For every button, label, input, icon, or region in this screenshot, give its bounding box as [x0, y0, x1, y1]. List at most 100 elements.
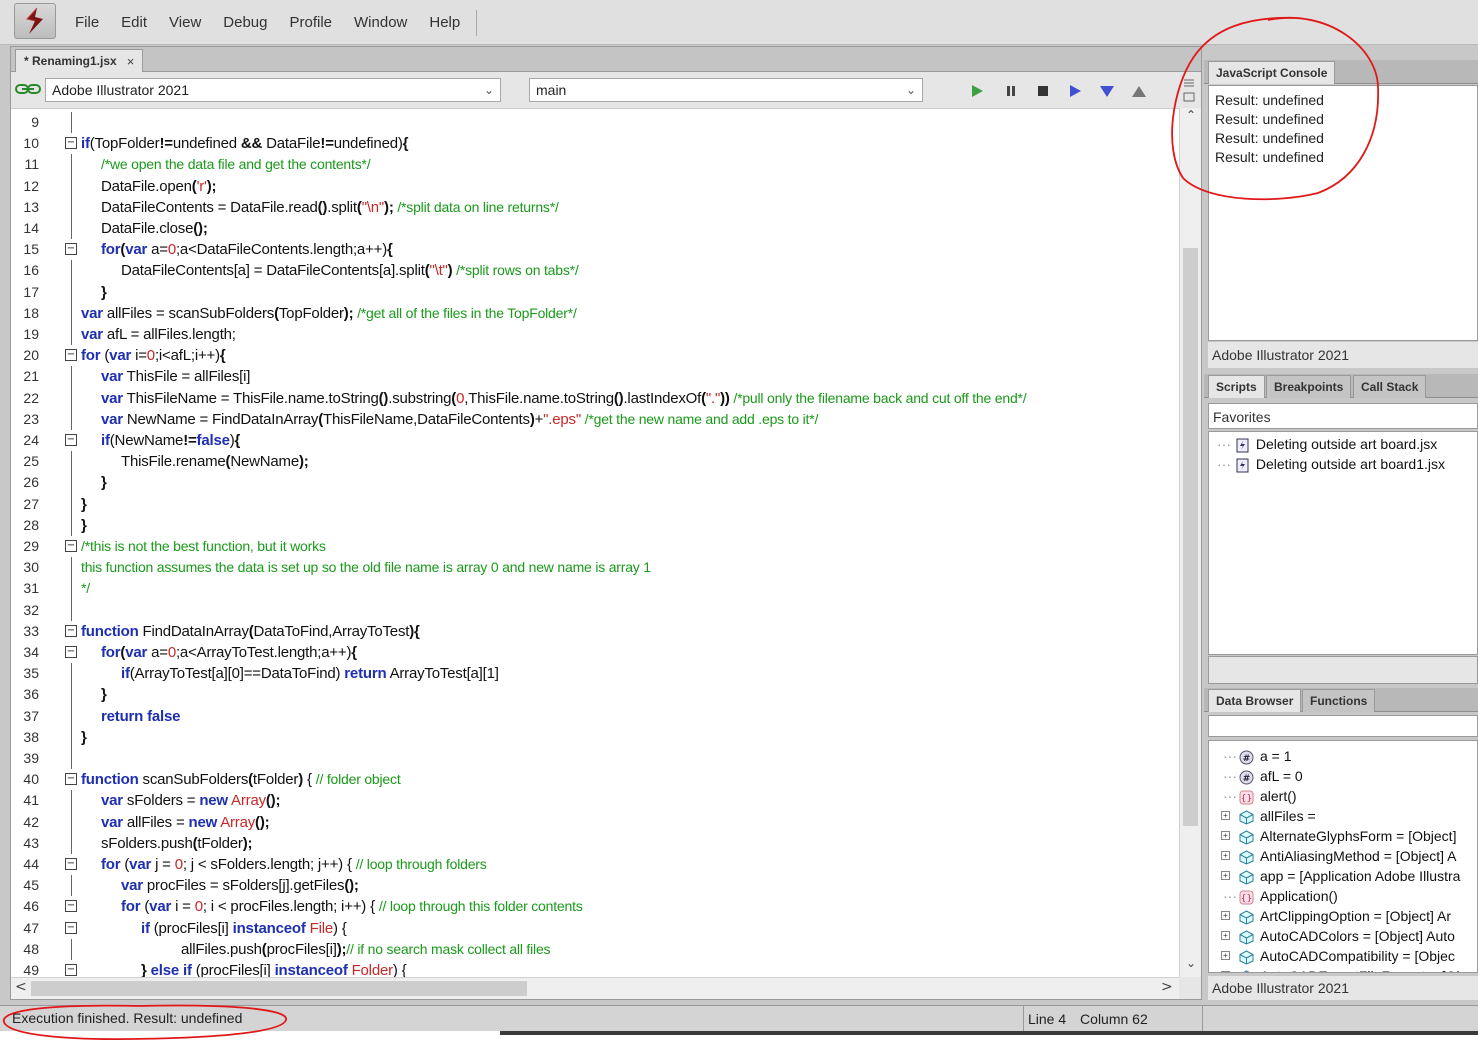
- line-number[interactable]: 13: [11, 197, 39, 218]
- fold-toggle-icon[interactable]: −: [65, 964, 77, 976]
- tab-javascript-console[interactable]: JavaScript Console: [1208, 61, 1336, 84]
- line-number[interactable]: 44: [11, 854, 39, 875]
- data-browser-filter[interactable]: [1208, 715, 1478, 737]
- line-number[interactable]: 41: [11, 790, 39, 811]
- line-number[interactable]: 32: [11, 600, 39, 621]
- line-number[interactable]: 48: [11, 939, 39, 960]
- data-browser-tree[interactable]: ··· # a = 1 ··· # afL = 0 ··· {} alert() + allFile…: [1208, 740, 1478, 973]
- pause-icon[interactable]: [1003, 83, 1019, 99]
- line-number[interactable]: 9: [11, 112, 39, 133]
- line-number[interactable]: 19: [11, 324, 39, 345]
- line-number[interactable]: 46: [11, 896, 39, 917]
- fold-toggle-icon[interactable]: −: [65, 773, 77, 786]
- line-number[interactable]: 39: [11, 748, 39, 769]
- tab-data-browser[interactable]: Data Browser: [1208, 689, 1302, 712]
- line-number[interactable]: 22: [11, 388, 39, 409]
- expand-icon[interactable]: +: [1221, 831, 1230, 840]
- line-number[interactable]: 20: [11, 345, 39, 366]
- tab-functions[interactable]: Functions: [1302, 689, 1376, 712]
- horizontal-scroll-thumb[interactable]: [31, 981, 527, 996]
- menu-window[interactable]: Window: [343, 0, 418, 45]
- menu-view[interactable]: View: [158, 0, 212, 45]
- line-number[interactable]: 21: [11, 366, 39, 387]
- data-browser-item[interactable]: + AntiAliasingMethod = [Object] A: [1221, 846, 1457, 866]
- document-tab[interactable]: * Renaming1.jsx ×: [15, 49, 144, 72]
- data-browser-item[interactable]: + AutoCADExportFileFormat = [Ob: [1221, 966, 1464, 972]
- expand-icon[interactable]: +: [1221, 971, 1230, 972]
- console-menu-icon[interactable]: [1180, 76, 1200, 106]
- data-browser-item[interactable]: + ArtClippingOption = [Object] Ar: [1221, 906, 1451, 926]
- line-number[interactable]: 16: [11, 260, 39, 281]
- line-number[interactable]: 31: [11, 578, 39, 599]
- line-number[interactable]: 17: [11, 282, 39, 303]
- scroll-down-icon[interactable]: ⌄: [1180, 956, 1202, 970]
- line-number[interactable]: 34: [11, 642, 39, 663]
- tab-scripts[interactable]: Scripts: [1208, 375, 1265, 398]
- line-number[interactable]: 42: [11, 812, 39, 833]
- step-over-icon[interactable]: [1067, 83, 1083, 99]
- data-browser-item[interactable]: + app = [Application Adobe Illustra: [1221, 866, 1460, 886]
- fold-toggle-icon[interactable]: −: [65, 624, 77, 637]
- fold-toggle-icon[interactable]: −: [65, 646, 77, 658]
- line-number[interactable]: 18: [11, 303, 39, 324]
- fold-toggle-icon[interactable]: −: [65, 900, 77, 913]
- scroll-right-icon[interactable]: >: [1161, 979, 1173, 995]
- line-number[interactable]: 14: [11, 218, 39, 239]
- expand-icon[interactable]: +: [1221, 811, 1230, 820]
- line-number[interactable]: 47: [11, 918, 39, 939]
- line-number[interactable]: 43: [11, 833, 39, 854]
- line-number[interactable]: 40: [11, 769, 39, 790]
- line-number[interactable]: 49: [11, 960, 39, 977]
- expand-icon[interactable]: +: [1221, 911, 1230, 920]
- stop-icon[interactable]: [1035, 83, 1051, 99]
- data-browser-item[interactable]: ··· {} Application(): [1223, 886, 1338, 906]
- scroll-up-icon[interactable]: ⌃: [1180, 108, 1202, 122]
- script-item[interactable]: ··· Deleting outside art board.jsx: [1217, 434, 1437, 454]
- data-browser-item[interactable]: + AutoCADCompatibility = [Objec: [1221, 946, 1455, 966]
- scripts-tree[interactable]: ··· Deleting outside art board.jsx ··· D…: [1208, 431, 1478, 655]
- fold-toggle-icon[interactable]: −: [65, 137, 77, 150]
- line-number[interactable]: 24: [11, 430, 39, 451]
- fold-toggle-icon[interactable]: −: [65, 921, 77, 934]
- script-item[interactable]: ··· Deleting outside art board1.jsx: [1217, 454, 1445, 474]
- run-icon[interactable]: [969, 83, 985, 99]
- line-number[interactable]: 36: [11, 684, 39, 705]
- scripts-location-select[interactable]: Favorites: [1208, 403, 1478, 429]
- line-number[interactable]: 45: [11, 875, 39, 896]
- line-number[interactable]: 10: [11, 133, 39, 154]
- expand-icon[interactable]: +: [1221, 951, 1230, 960]
- line-number[interactable]: 26: [11, 472, 39, 493]
- line-number[interactable]: 15: [11, 239, 39, 260]
- line-number[interactable]: 38: [11, 727, 39, 748]
- menu-edit[interactable]: Edit: [110, 0, 158, 45]
- line-number[interactable]: 23: [11, 409, 39, 430]
- data-browser-item[interactable]: + AlternateGlyphsForm = [Object]: [1221, 826, 1456, 846]
- data-browser-item[interactable]: + allFiles =: [1221, 806, 1316, 826]
- data-browser-item[interactable]: ··· # afL = 0: [1223, 766, 1303, 786]
- fold-toggle-icon[interactable]: −: [65, 540, 77, 552]
- tab-breakpoints[interactable]: Breakpoints: [1266, 375, 1352, 398]
- data-browser-item[interactable]: ··· # a = 1: [1223, 746, 1292, 766]
- line-number[interactable]: 28: [11, 515, 39, 536]
- fold-toggle-icon[interactable]: −: [65, 349, 77, 362]
- expand-icon[interactable]: +: [1221, 931, 1230, 940]
- line-number[interactable]: 25: [11, 451, 39, 472]
- fold-toggle-icon[interactable]: −: [65, 243, 77, 256]
- line-number[interactable]: 30: [11, 557, 39, 578]
- menu-help[interactable]: Help: [418, 0, 471, 45]
- data-browser-item[interactable]: + AutoCADColors = [Object] Auto: [1221, 926, 1455, 946]
- step-out-icon[interactable]: [1131, 83, 1147, 99]
- line-number[interactable]: 37: [11, 706, 39, 727]
- function-select[interactable]: main ⌄: [529, 78, 923, 102]
- scroll-left-icon[interactable]: <: [15, 979, 27, 995]
- fold-toggle-icon[interactable]: −: [65, 434, 77, 446]
- target-app-select[interactable]: Adobe Illustrator 2021 ⌄: [45, 78, 501, 102]
- line-number[interactable]: 27: [11, 494, 39, 515]
- vertical-scrollbar[interactable]: ⌃ ⌄: [1179, 108, 1201, 977]
- line-number[interactable]: 35: [11, 663, 39, 684]
- data-browser-item[interactable]: ··· {} alert(): [1223, 786, 1297, 806]
- link-icon[interactable]: [15, 83, 41, 95]
- tab-call-stack[interactable]: Call Stack: [1353, 375, 1427, 398]
- menu-profile[interactable]: Profile: [278, 0, 343, 45]
- estk-logo-icon[interactable]: [14, 3, 56, 39]
